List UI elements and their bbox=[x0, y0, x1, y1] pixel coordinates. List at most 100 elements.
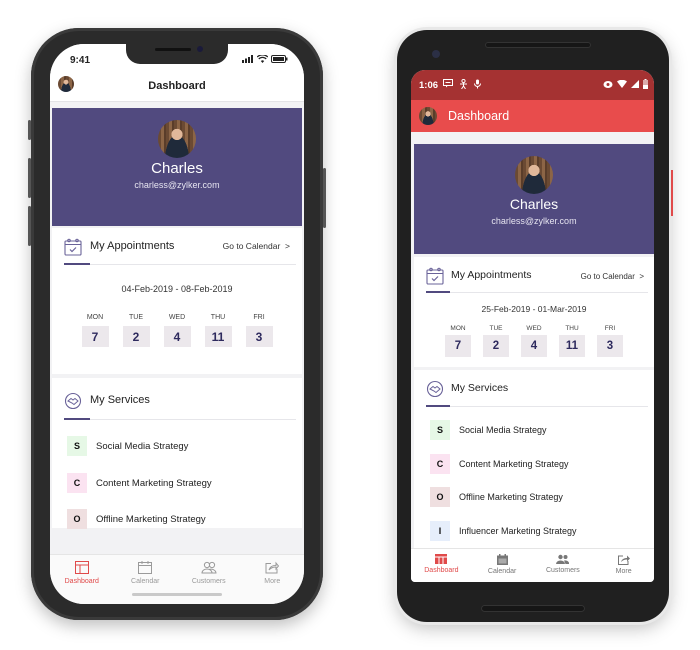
day-count: 11 bbox=[204, 326, 232, 347]
day-count: 3 bbox=[597, 335, 623, 357]
android-screen: 1:06 Dashboard Charles charless@zylker.c… bbox=[411, 70, 654, 582]
tab-bar: Dashboard Calendar Customers More bbox=[411, 548, 654, 582]
day-count: 2 bbox=[122, 326, 150, 347]
day-count: 7 bbox=[81, 326, 109, 347]
day-count: 11 bbox=[559, 335, 585, 357]
accessibility-icon bbox=[460, 79, 467, 89]
day-fri[interactable]: FRI 3 bbox=[245, 314, 273, 347]
day-wed[interactable]: WED 4 bbox=[163, 314, 191, 347]
power-button bbox=[671, 170, 673, 216]
date-range: 04-Feb-2019 - 08-Feb-2019 bbox=[121, 284, 233, 294]
day-thu[interactable]: THU 11 bbox=[204, 314, 232, 347]
home-indicator[interactable] bbox=[132, 593, 222, 596]
status-time: 9:41 bbox=[70, 55, 91, 66]
day-count: 2 bbox=[483, 335, 509, 357]
iphone-device: 9:41 Dashboard Charles charless@zylker.c… bbox=[28, 28, 326, 620]
dashboard-icon bbox=[74, 561, 89, 574]
tab-customers[interactable]: Customers bbox=[533, 554, 594, 582]
appointments-title: My Appointments bbox=[451, 269, 532, 281]
dashboard-icon bbox=[435, 554, 448, 564]
page-title: Dashboard bbox=[148, 80, 206, 92]
calendar-check-icon bbox=[64, 238, 82, 256]
tab-more[interactable]: More bbox=[593, 554, 654, 582]
customers-icon bbox=[201, 561, 217, 574]
tab-bar: Dashboard Calendar Customers More bbox=[50, 554, 304, 604]
mic-icon bbox=[474, 79, 481, 89]
android-device: 1:06 Dashboard Charles charless@zylker.c… bbox=[397, 30, 673, 622]
earpiece bbox=[485, 42, 591, 48]
service-initial-badge: S bbox=[67, 436, 87, 456]
service-label: Content Marketing Strategy bbox=[459, 459, 569, 469]
service-item[interactable]: S Social Media Strategy bbox=[414, 420, 654, 440]
battery-icon bbox=[271, 55, 288, 63]
profile-card: Charles charless@zylker.com bbox=[414, 144, 654, 254]
appointments-card: My Appointments Go to Calendar > 04-Feb-… bbox=[52, 228, 302, 374]
go-to-calendar-link[interactable]: Go to Calendar > bbox=[581, 272, 644, 281]
day-thu[interactable]: THU 11 bbox=[559, 325, 585, 357]
app-header: Dashboard bbox=[411, 100, 654, 132]
go-to-calendar-link[interactable]: Go to Calendar > bbox=[223, 241, 290, 251]
tab-more[interactable]: More bbox=[241, 561, 305, 604]
profile-avatar bbox=[158, 120, 196, 158]
signal-icon bbox=[631, 80, 639, 88]
power-button bbox=[323, 168, 326, 228]
service-initial-badge: C bbox=[67, 473, 87, 493]
profile-avatar bbox=[515, 156, 553, 194]
service-item[interactable]: C Content Marketing Strategy bbox=[414, 454, 654, 474]
day-count: 7 bbox=[445, 335, 471, 357]
section-divider bbox=[64, 263, 296, 265]
appointment-days: MON 7 TUE 2 WED 4 THU 11 FRI 3 bbox=[52, 314, 302, 347]
message-icon bbox=[443, 79, 453, 88]
service-label: Influencer Marketing Strategy bbox=[459, 526, 577, 536]
service-initial-badge: O bbox=[430, 487, 450, 507]
day-mon[interactable]: MON 7 bbox=[445, 325, 471, 357]
section-divider bbox=[64, 418, 296, 420]
day-mon[interactable]: MON 7 bbox=[81, 314, 109, 347]
appointments-card: My Appointments Go to Calendar > 25-Feb-… bbox=[414, 257, 654, 367]
share-icon bbox=[265, 561, 280, 574]
wifi-icon bbox=[257, 55, 268, 63]
tab-calendar[interactable]: Calendar bbox=[114, 561, 178, 604]
profile-card: Charles charless@zylker.com bbox=[52, 108, 302, 226]
app-header: Dashboard bbox=[50, 72, 304, 102]
service-label: Social Media Strategy bbox=[459, 425, 547, 435]
profile-email: charless@zylker.com bbox=[134, 180, 220, 190]
service-initial-badge: S bbox=[430, 420, 450, 440]
calendar-icon bbox=[496, 554, 508, 565]
profile-name: Charles bbox=[509, 196, 559, 212]
battery-icon bbox=[643, 79, 648, 89]
service-item[interactable]: O Offline Marketing Strategy bbox=[414, 487, 654, 507]
handshake-icon bbox=[426, 380, 444, 398]
page-title: Dashboard bbox=[448, 109, 510, 123]
tab-dashboard[interactable]: Dashboard bbox=[50, 561, 114, 604]
profile-name: Charles bbox=[151, 160, 203, 177]
appointment-days: MON 7 TUE 2 WED 4 THU 11 FRI 3 bbox=[414, 325, 654, 357]
day-tue[interactable]: TUE 2 bbox=[483, 325, 509, 357]
day-count: 4 bbox=[521, 335, 547, 357]
iphone-screen: 9:41 Dashboard Charles charless@zylker.c… bbox=[50, 44, 304, 604]
data-saver-icon bbox=[603, 80, 613, 88]
tab-calendar[interactable]: Calendar bbox=[472, 554, 533, 582]
section-divider bbox=[426, 405, 648, 407]
service-label: Content Marketing Strategy bbox=[96, 477, 212, 489]
day-count: 4 bbox=[163, 326, 191, 347]
service-item[interactable]: S Social Media Strategy bbox=[52, 436, 302, 456]
services-title: My Services bbox=[90, 394, 150, 406]
day-fri[interactable]: FRI 3 bbox=[597, 325, 623, 357]
day-wed[interactable]: WED 4 bbox=[521, 325, 547, 357]
day-tue[interactable]: TUE 2 bbox=[122, 314, 150, 347]
status-time: 1:06 bbox=[419, 80, 439, 91]
profile-email: charless@zylker.com bbox=[491, 216, 577, 226]
user-avatar[interactable] bbox=[419, 107, 437, 125]
handshake-icon bbox=[64, 392, 82, 410]
tab-dashboard[interactable]: Dashboard bbox=[411, 554, 472, 582]
section-divider bbox=[426, 291, 648, 293]
service-item[interactable]: C Content Marketing Strategy bbox=[52, 473, 302, 493]
service-item[interactable]: I Influencer Marketing Strategy bbox=[414, 521, 654, 541]
services-card: My Services S Social Media Strategy C Cont… bbox=[52, 378, 302, 529]
front-camera bbox=[432, 50, 440, 58]
tab-customers[interactable]: Customers bbox=[177, 561, 241, 604]
mute-switch bbox=[28, 120, 31, 140]
service-initial-badge: O bbox=[67, 509, 87, 529]
service-item[interactable]: O Offline Marketing Strategy bbox=[52, 509, 302, 529]
